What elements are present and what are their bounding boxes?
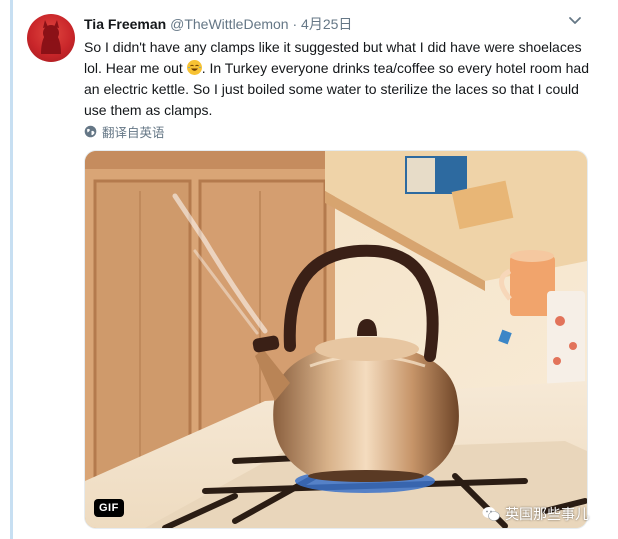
author-name[interactable]: Tia Freeman (84, 16, 166, 32)
gif-badge: GIF (94, 499, 124, 517)
kettle-illustration (85, 151, 587, 528)
thread-line (10, 0, 13, 539)
avatar[interactable] (27, 14, 75, 62)
watermark-label: 英国那些事儿 (505, 506, 589, 522)
translate-label: 翻译自英语 (102, 126, 165, 140)
separator: · (292, 16, 298, 32)
tweet-text: So I didn't have any clamps like it sugg… (84, 37, 594, 121)
avatar-icon (41, 20, 61, 54)
watermark: 英国那些事儿 (482, 504, 589, 524)
tweet-header: Tia Freeman @TheWittleDemon · 4月25日 (84, 14, 352, 34)
wechat-icon (482, 507, 500, 521)
globe-icon (84, 125, 97, 138)
translate-link[interactable]: 翻译自英语 (84, 122, 165, 141)
author-handle[interactable]: @TheWittleDemon (170, 16, 288, 32)
tweet-date[interactable]: 4月25日 (301, 16, 352, 32)
laughing-emoji-icon (186, 60, 202, 75)
chevron-down-icon[interactable] (568, 16, 582, 26)
tweet-media-gif[interactable] (84, 150, 588, 529)
